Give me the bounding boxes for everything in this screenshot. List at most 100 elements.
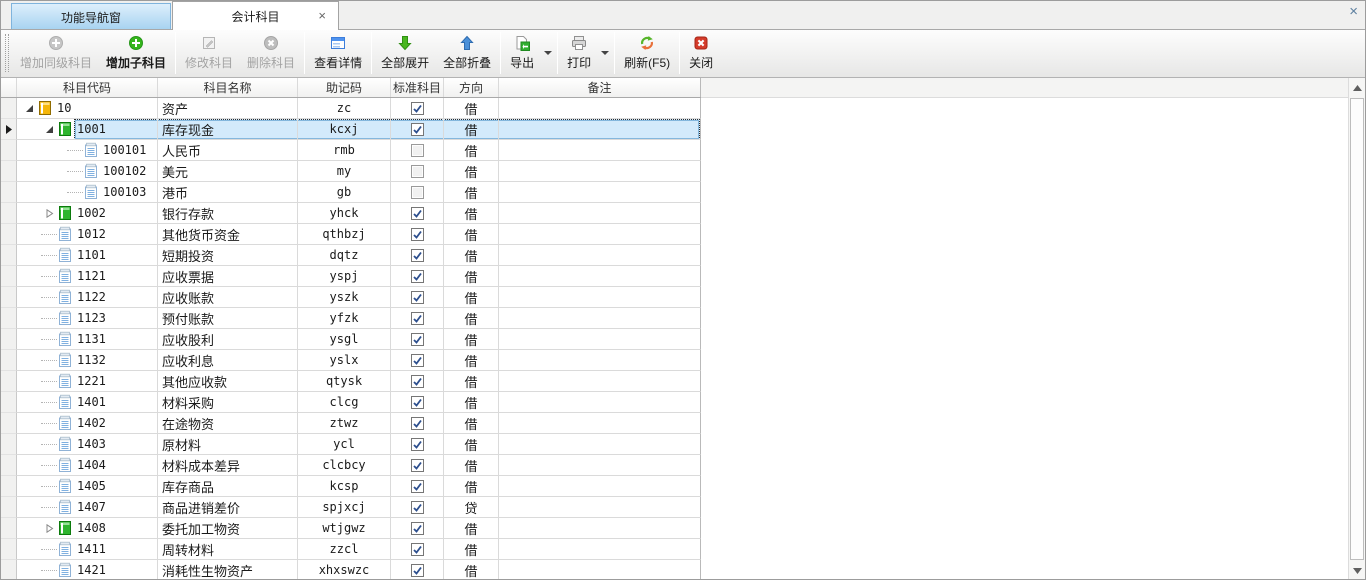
table-row[interactable]: 1001库存现金kcxj借 — [1, 119, 701, 140]
tab-function-navigation[interactable]: 功能导航窗 — [11, 3, 171, 30]
subject-name: 材料采购 — [162, 393, 214, 412]
checkbox-checked-icon[interactable] — [411, 543, 424, 556]
table-row[interactable]: 1408委托加工物资wtjgwz借 — [1, 518, 701, 539]
remark-cell — [499, 497, 701, 518]
checkbox-checked-icon[interactable] — [411, 501, 424, 514]
table-row[interactable]: 1404材料成本差异clcbcy借 — [1, 455, 701, 476]
checkbox-checked-icon[interactable] — [411, 417, 424, 430]
subject-code: 100102 — [103, 164, 146, 178]
toolbar-button-close[interactable]: 关闭 — [682, 31, 720, 75]
subject-code: 1221 — [77, 374, 106, 388]
header-mnemonic[interactable]: 助记码 — [298, 78, 391, 97]
direction-value: 借 — [464, 246, 477, 265]
remark-cell — [499, 224, 701, 245]
table-row[interactable]: 1012其他货币资金qthbzj借 — [1, 224, 701, 245]
tree-expanded-icon[interactable] — [21, 98, 37, 118]
tree-connector-line — [41, 465, 57, 466]
checkbox-checked-icon[interactable] — [411, 354, 424, 367]
toolbar-button-details[interactable]: 查看详情 — [307, 31, 369, 75]
mnemonic-cell: xhxswzc — [298, 560, 391, 580]
table-row[interactable]: 1122应收账款yszk借 — [1, 287, 701, 308]
scroll-up-icon[interactable] — [1349, 79, 1365, 96]
table-row[interactable]: 1402在途物资ztwz借 — [1, 413, 701, 434]
checkbox-checked-icon[interactable] — [411, 396, 424, 409]
checkbox-checked-icon[interactable] — [411, 522, 424, 535]
subject-code: 1403 — [77, 437, 106, 451]
dropdown-arrow-icon[interactable] — [541, 31, 555, 75]
table-row[interactable]: 10资产zc借 — [1, 98, 701, 119]
tree-expanded-icon[interactable] — [41, 119, 57, 139]
row-indicator-cell — [1, 182, 17, 203]
table-row[interactable]: 1131应收股利ysgl借 — [1, 329, 701, 350]
checkbox-checked-icon[interactable] — [411, 459, 424, 472]
toolbar-grip-handle[interactable] — [5, 34, 9, 72]
checkbox-unchecked-icon[interactable] — [411, 165, 424, 178]
toolbar-button-add-child[interactable]: 增加子科目 — [99, 31, 173, 75]
checkbox-checked-icon[interactable] — [411, 333, 424, 346]
toolbar-button-add-sibling[interactable]: 增加同级科目 — [13, 31, 99, 75]
subject-code: 1405 — [77, 479, 106, 493]
table-row[interactable]: 1221其他应收款qtysk借 — [1, 371, 701, 392]
table-row[interactable]: 100101人民币rmb借 — [1, 140, 701, 161]
checkbox-checked-icon[interactable] — [411, 438, 424, 451]
header-subject-code[interactable]: 科目代码 — [17, 78, 158, 97]
table-row[interactable]: 1411周转材料zzcl借 — [1, 539, 701, 560]
checkbox-checked-icon[interactable] — [411, 291, 424, 304]
row-indicator-cell — [1, 287, 17, 308]
checkbox-checked-icon[interactable] — [411, 564, 424, 577]
toolbar-button-refresh[interactable]: 刷新(F5) — [617, 31, 677, 75]
table-row[interactable]: 1121应收票据yspj借 — [1, 266, 701, 287]
mnemonic-code: spjxcj — [322, 500, 365, 514]
tree-connector-line — [41, 402, 57, 403]
table-row[interactable]: 1123预付账款yfzk借 — [1, 308, 701, 329]
window-close-icon[interactable]: × — [1349, 3, 1358, 20]
vertical-scrollbar[interactable] — [1348, 78, 1365, 579]
checkbox-checked-icon[interactable] — [411, 249, 424, 262]
toolbar-button-delete[interactable]: 删除科目 — [240, 31, 302, 75]
header-direction[interactable]: 方向 — [444, 78, 499, 97]
table-row[interactable]: 1403原材料ycl借 — [1, 434, 701, 455]
header-remark[interactable]: 备注 — [499, 78, 701, 97]
checkbox-checked-icon[interactable] — [411, 270, 424, 283]
toolbar-button-expand-all[interactable]: 全部展开 — [374, 31, 436, 75]
direction-value: 借 — [464, 141, 477, 160]
checkbox-checked-icon[interactable] — [411, 207, 424, 220]
tab-accounting-subjects[interactable]: 会计科目 × — [172, 1, 339, 30]
header-subject-name[interactable]: 科目名称 — [158, 78, 298, 97]
toolbar-button-edit[interactable]: 修改科目 — [178, 31, 240, 75]
tree-collapsed-icon[interactable] — [41, 203, 57, 223]
toolbar-button-collapse-all[interactable]: 全部折叠 — [436, 31, 498, 75]
checkbox-checked-icon[interactable] — [411, 228, 424, 241]
table-row[interactable]: 1002银行存款yhck借 — [1, 203, 701, 224]
checkbox-checked-icon[interactable] — [411, 312, 424, 325]
subject-code: 1132 — [77, 353, 106, 367]
tree-collapsed-icon[interactable] — [41, 518, 57, 538]
header-standard[interactable]: 标准科目 — [391, 78, 444, 97]
table-row[interactable]: 1407商品进销差价spjxcj贷 — [1, 497, 701, 518]
table-row[interactable]: 1405库存商品kcsp借 — [1, 476, 701, 497]
checkbox-checked-icon[interactable] — [411, 102, 424, 115]
checkbox-checked-icon[interactable] — [411, 480, 424, 493]
dropdown-arrow-icon[interactable] — [598, 31, 612, 75]
checkbox-checked-icon[interactable] — [411, 123, 424, 136]
checkbox-checked-icon[interactable] — [411, 375, 424, 388]
checkbox-unchecked-icon[interactable] — [411, 186, 424, 199]
table-row[interactable]: 100102美元my借 — [1, 161, 701, 182]
table-row[interactable]: 1132应收利息yslx借 — [1, 350, 701, 371]
toolbar-button-print[interactable]: 打印 — [560, 31, 598, 75]
tab-close-icon[interactable]: × — [318, 9, 326, 22]
subject-code: 1002 — [77, 206, 106, 220]
table-row[interactable]: 1401材料采购clcg借 — [1, 392, 701, 413]
table-row[interactable]: 1101短期投资dqtz借 — [1, 245, 701, 266]
table-row[interactable]: 1421消耗性生物资产xhxswzc借 — [1, 560, 701, 580]
checkbox-unchecked-icon[interactable] — [411, 144, 424, 157]
subject-code: 1012 — [77, 227, 106, 241]
note-icon — [57, 226, 73, 242]
table-row[interactable]: 100103港币gb借 — [1, 182, 701, 203]
scroll-down-icon[interactable] — [1349, 562, 1365, 579]
scrollbar-thumb[interactable] — [1350, 98, 1364, 560]
direction-value: 借 — [464, 267, 477, 286]
subject-name-cell: 消耗性生物资产 — [158, 560, 298, 580]
toolbar-button-export[interactable]: 导出 — [503, 31, 541, 75]
toolbar-button-label: 导出 — [510, 54, 534, 71]
